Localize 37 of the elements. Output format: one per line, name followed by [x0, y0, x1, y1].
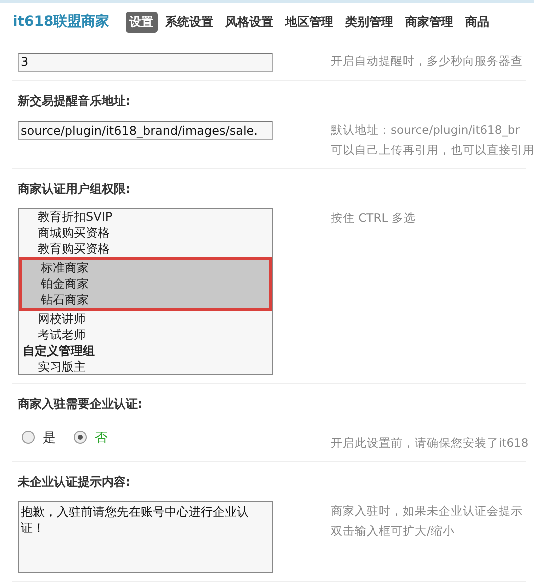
nav-tab[interactable]: 地区管理 [282, 12, 338, 32]
list-option[interactable]: 商城购买资格 [19, 224, 272, 240]
list-group-heading: 自定义管理组 [22, 342, 96, 358]
setting-label: 未企业认证提示内容: [18, 474, 132, 490]
hint-text: 默认地址：source/plugin/it618_br [331, 122, 521, 139]
group-listbox[interactable]: 教育折扣SVIP 商城购买资格 教育购买资格 标准商家 铂金商家 钻石商家 网校讲师 考试老师 自定义管理组 实习版主 [18, 208, 273, 374]
radio-label: 否 [95, 430, 108, 446]
list-option[interactable]: 标准商家 [22, 260, 269, 276]
hint-text: 可以自己上传再引用，也可以直接引用 [331, 142, 534, 158]
text-field[interactable]: source/plugin/it618_brand/images/sale. [18, 121, 273, 140]
nav-tab[interactable]: 设置 [126, 12, 158, 32]
nav-tab[interactable]: 系统设置 [162, 12, 218, 32]
nav-tab[interactable]: 类别管理 [342, 12, 398, 32]
list-option[interactable]: 钻石商家 [22, 292, 269, 308]
text-field[interactable]: 3 [18, 52, 273, 72]
list-option[interactable]: 网校讲师 [19, 310, 272, 326]
setting-label: 商家入驻需要企业认证: [18, 396, 144, 412]
hint-text: 商家入驻时，如果未企业认证会提示 [331, 502, 523, 520]
hint-text: 按住 CTRL 多选 [331, 210, 416, 226]
hint-text: 开启此设置前，请确保您安装了it618 [331, 434, 529, 452]
hint-text: 双击输入框可扩大/缩小 [331, 522, 456, 540]
nav-tab[interactable]: 商家管理 [402, 12, 458, 32]
list-option[interactable]: 考试老师 [19, 326, 272, 342]
list-option[interactable]: 铂金商家 [22, 276, 269, 292]
hint-text: 开启自动提醒时，多少秒向服务器查 [331, 53, 523, 70]
radio-label: 是 [43, 430, 56, 446]
text-area[interactable]: 抱歉，入驻前请您先在账号中心进行企业认证！ [18, 500, 273, 572]
nav-tab[interactable]: 风格设置 [222, 12, 278, 32]
list-option[interactable]: 教育购买资格 [19, 240, 272, 256]
list-option[interactable]: 实习版主 [19, 358, 272, 374]
radio-button[interactable] [74, 431, 87, 444]
setting-label: 新交易提醒音乐地址: [18, 92, 132, 110]
site-logo: it618联盟商家 [13, 13, 110, 31]
radio-button[interactable] [22, 431, 35, 444]
list-option[interactable]: 教育折扣SVIP [19, 208, 272, 224]
setting-label: 商家认证用户组权限: [18, 180, 132, 198]
nav-tab[interactable]: 商品 [462, 12, 494, 32]
